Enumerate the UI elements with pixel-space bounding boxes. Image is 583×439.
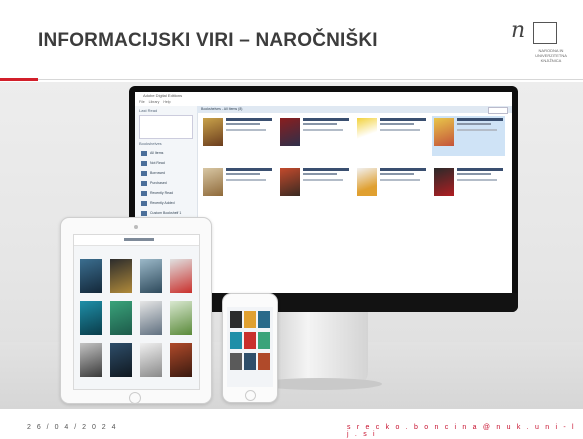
book-item <box>201 116 274 156</box>
title-divider <box>38 79 583 80</box>
tablet-home-button <box>129 392 141 404</box>
nuk-logo: n NARODNA IN UNIVERZITETNA KNJIŽNICA <box>503 18 569 72</box>
phone <box>222 293 278 403</box>
book-item <box>278 116 351 156</box>
book-item <box>355 116 428 156</box>
nuk-logo-mark: n <box>511 18 526 43</box>
devices-photo: Adobe Digital Editions File Library Help L… <box>0 82 583 409</box>
book-item <box>278 166 351 206</box>
book-item <box>432 166 505 206</box>
phone-home-button <box>245 390 256 401</box>
book-item-selected <box>432 116 505 156</box>
slide-date: 2 6 / 0 4 / 2 0 2 4 <box>27 424 118 431</box>
book-item <box>355 166 428 206</box>
book-item <box>201 166 274 206</box>
tablet-screen <box>73 234 200 390</box>
app-titlebar: Adobe Digital Editions <box>135 92 512 100</box>
slide: INFORMACIJSKI VIRI – NAROČNIŠKI n NARODN… <box>0 0 583 439</box>
monitor-stand <box>268 311 368 386</box>
accent-bar <box>0 78 38 81</box>
tablet-camera <box>134 225 138 229</box>
library-toolbar: Bookshelves - All Items (8) <box>197 106 512 114</box>
nuk-logo-text: NARODNA IN UNIVERZITETNA KNJIŽNICA <box>535 48 567 63</box>
phone-screen <box>227 307 273 387</box>
book-grid <box>201 116 509 286</box>
nuk-logo-box <box>533 22 557 44</box>
contact-email[interactable]: s r e c k o . b o n c i n a @ n u k . u … <box>347 424 583 438</box>
tablet <box>60 217 212 404</box>
slide-title: INFORMACIJSKI VIRI – NAROČNIŠKI <box>38 30 378 51</box>
